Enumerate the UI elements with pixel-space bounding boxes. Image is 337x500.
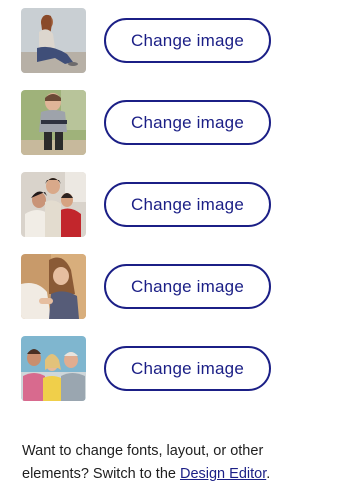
design-editor-hint: Want to change fonts, layout, or other e… (22, 440, 322, 486)
image-row-3: Change image (21, 172, 281, 254)
change-image-button-1[interactable]: Change image (104, 18, 271, 63)
thumbnail-image-3 (21, 172, 86, 237)
change-image-button-4[interactable]: Change image (104, 264, 271, 309)
family-hug-photo-icon (21, 172, 86, 237)
image-row-1: Change image (21, 8, 281, 90)
hint-text-end: . (266, 466, 271, 482)
change-image-button-2[interactable]: Change image (104, 100, 271, 145)
thumbnail-image-5 (21, 336, 86, 401)
thumbnail-image-1 (21, 8, 86, 73)
girl-with-horse-photo-icon (21, 254, 86, 319)
thumbnail-image-2 (21, 90, 86, 155)
image-row-4: Change image (21, 254, 281, 336)
change-image-button-5[interactable]: Change image (104, 346, 271, 391)
woman-sitting-photo-icon (21, 8, 86, 73)
image-row-5: Change image (21, 336, 281, 418)
thumbnail-image-4 (21, 254, 86, 319)
toddler-photo-icon (21, 90, 86, 155)
change-image-button-3[interactable]: Change image (104, 182, 271, 227)
family-group-photo-icon (21, 336, 86, 401)
image-list: Change image Change image Change image C… (21, 8, 281, 418)
image-row-2: Change image (21, 90, 281, 172)
design-editor-link[interactable]: Design Editor (180, 466, 266, 482)
